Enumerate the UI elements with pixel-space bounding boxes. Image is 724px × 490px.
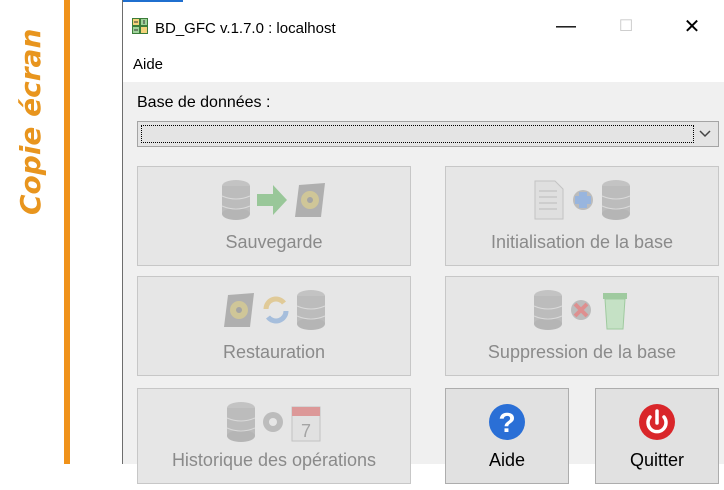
calendar-icon: 7 bbox=[291, 406, 321, 442]
svg-text:?: ? bbox=[498, 407, 515, 438]
restauration-button[interactable]: Restauration bbox=[137, 276, 411, 376]
delete-icons bbox=[446, 289, 718, 335]
backup-icons bbox=[138, 179, 410, 225]
refresh-icon bbox=[263, 296, 289, 324]
orange-divider bbox=[64, 0, 70, 464]
app-window: BD_GFC v.1.7.0 : localhost — ☐ ✕ Aide Ba… bbox=[122, 0, 724, 484]
database-icon bbox=[533, 290, 563, 330]
database-icon bbox=[221, 180, 251, 220]
initialisation-button[interactable]: Initialisation de la base bbox=[445, 166, 719, 266]
focus-rectangle bbox=[141, 125, 694, 143]
sauvegarde-label: Sauvegarde bbox=[225, 232, 323, 252]
gear-delete-icon bbox=[571, 300, 591, 320]
maximize-button[interactable]: ☐ bbox=[603, 8, 649, 44]
menu-aide[interactable]: Aide bbox=[133, 56, 163, 73]
database-label: Base de données : bbox=[137, 94, 271, 111]
suppression-button[interactable]: Suppression de la base bbox=[445, 276, 719, 376]
historique-label: Historique des opérations bbox=[171, 450, 377, 470]
recycle-bin-icon bbox=[603, 293, 627, 330]
aide-label: Aide bbox=[488, 450, 526, 470]
aide-button[interactable]: ? Aide bbox=[445, 388, 569, 484]
menu-bar: Aide bbox=[123, 44, 724, 82]
close-button[interactable]: ✕ bbox=[669, 8, 715, 44]
initialisation-label: Initialisation de la base bbox=[490, 232, 674, 252]
help-icon: ? bbox=[489, 404, 525, 440]
hard-disk-icon bbox=[295, 183, 325, 217]
minimize-button[interactable]: — bbox=[543, 8, 589, 44]
restore-icons bbox=[138, 289, 410, 335]
quitter-label: Quitter bbox=[629, 450, 685, 470]
svg-text:7: 7 bbox=[301, 421, 311, 441]
side-caption: Copie écran bbox=[0, 0, 60, 490]
title-bar: BD_GFC v.1.7.0 : localhost — ☐ ✕ bbox=[123, 0, 724, 44]
title-accent-line bbox=[123, 0, 183, 2]
init-icons bbox=[446, 179, 718, 225]
sauvegarde-button[interactable]: Sauvegarde bbox=[137, 166, 411, 266]
database-select[interactable] bbox=[137, 121, 719, 147]
gear-plus-icon bbox=[573, 190, 593, 210]
copie-ecran-caption: Copie écran bbox=[14, 28, 47, 215]
historique-button[interactable]: 7 Historique des opérations bbox=[137, 388, 411, 484]
quit-icon-wrap bbox=[596, 401, 718, 447]
document-icon bbox=[534, 180, 564, 220]
arrow-right-icon bbox=[257, 185, 287, 215]
power-icon bbox=[639, 404, 675, 440]
history-icons: 7 bbox=[138, 401, 410, 447]
hard-disk-icon bbox=[224, 293, 254, 327]
database-icon bbox=[226, 402, 256, 442]
app-icon bbox=[132, 18, 148, 34]
chevron-down-icon[interactable] bbox=[695, 122, 715, 146]
aide-icon-wrap: ? bbox=[446, 401, 568, 447]
gear-icon bbox=[263, 412, 283, 432]
quitter-button[interactable]: Quitter bbox=[595, 388, 719, 484]
restauration-label: Restauration bbox=[222, 342, 326, 362]
suppression-label: Suppression de la base bbox=[487, 342, 677, 362]
database-icon bbox=[601, 180, 631, 220]
database-icon bbox=[296, 290, 326, 330]
window-title: BD_GFC v.1.7.0 : localhost bbox=[155, 20, 336, 37]
